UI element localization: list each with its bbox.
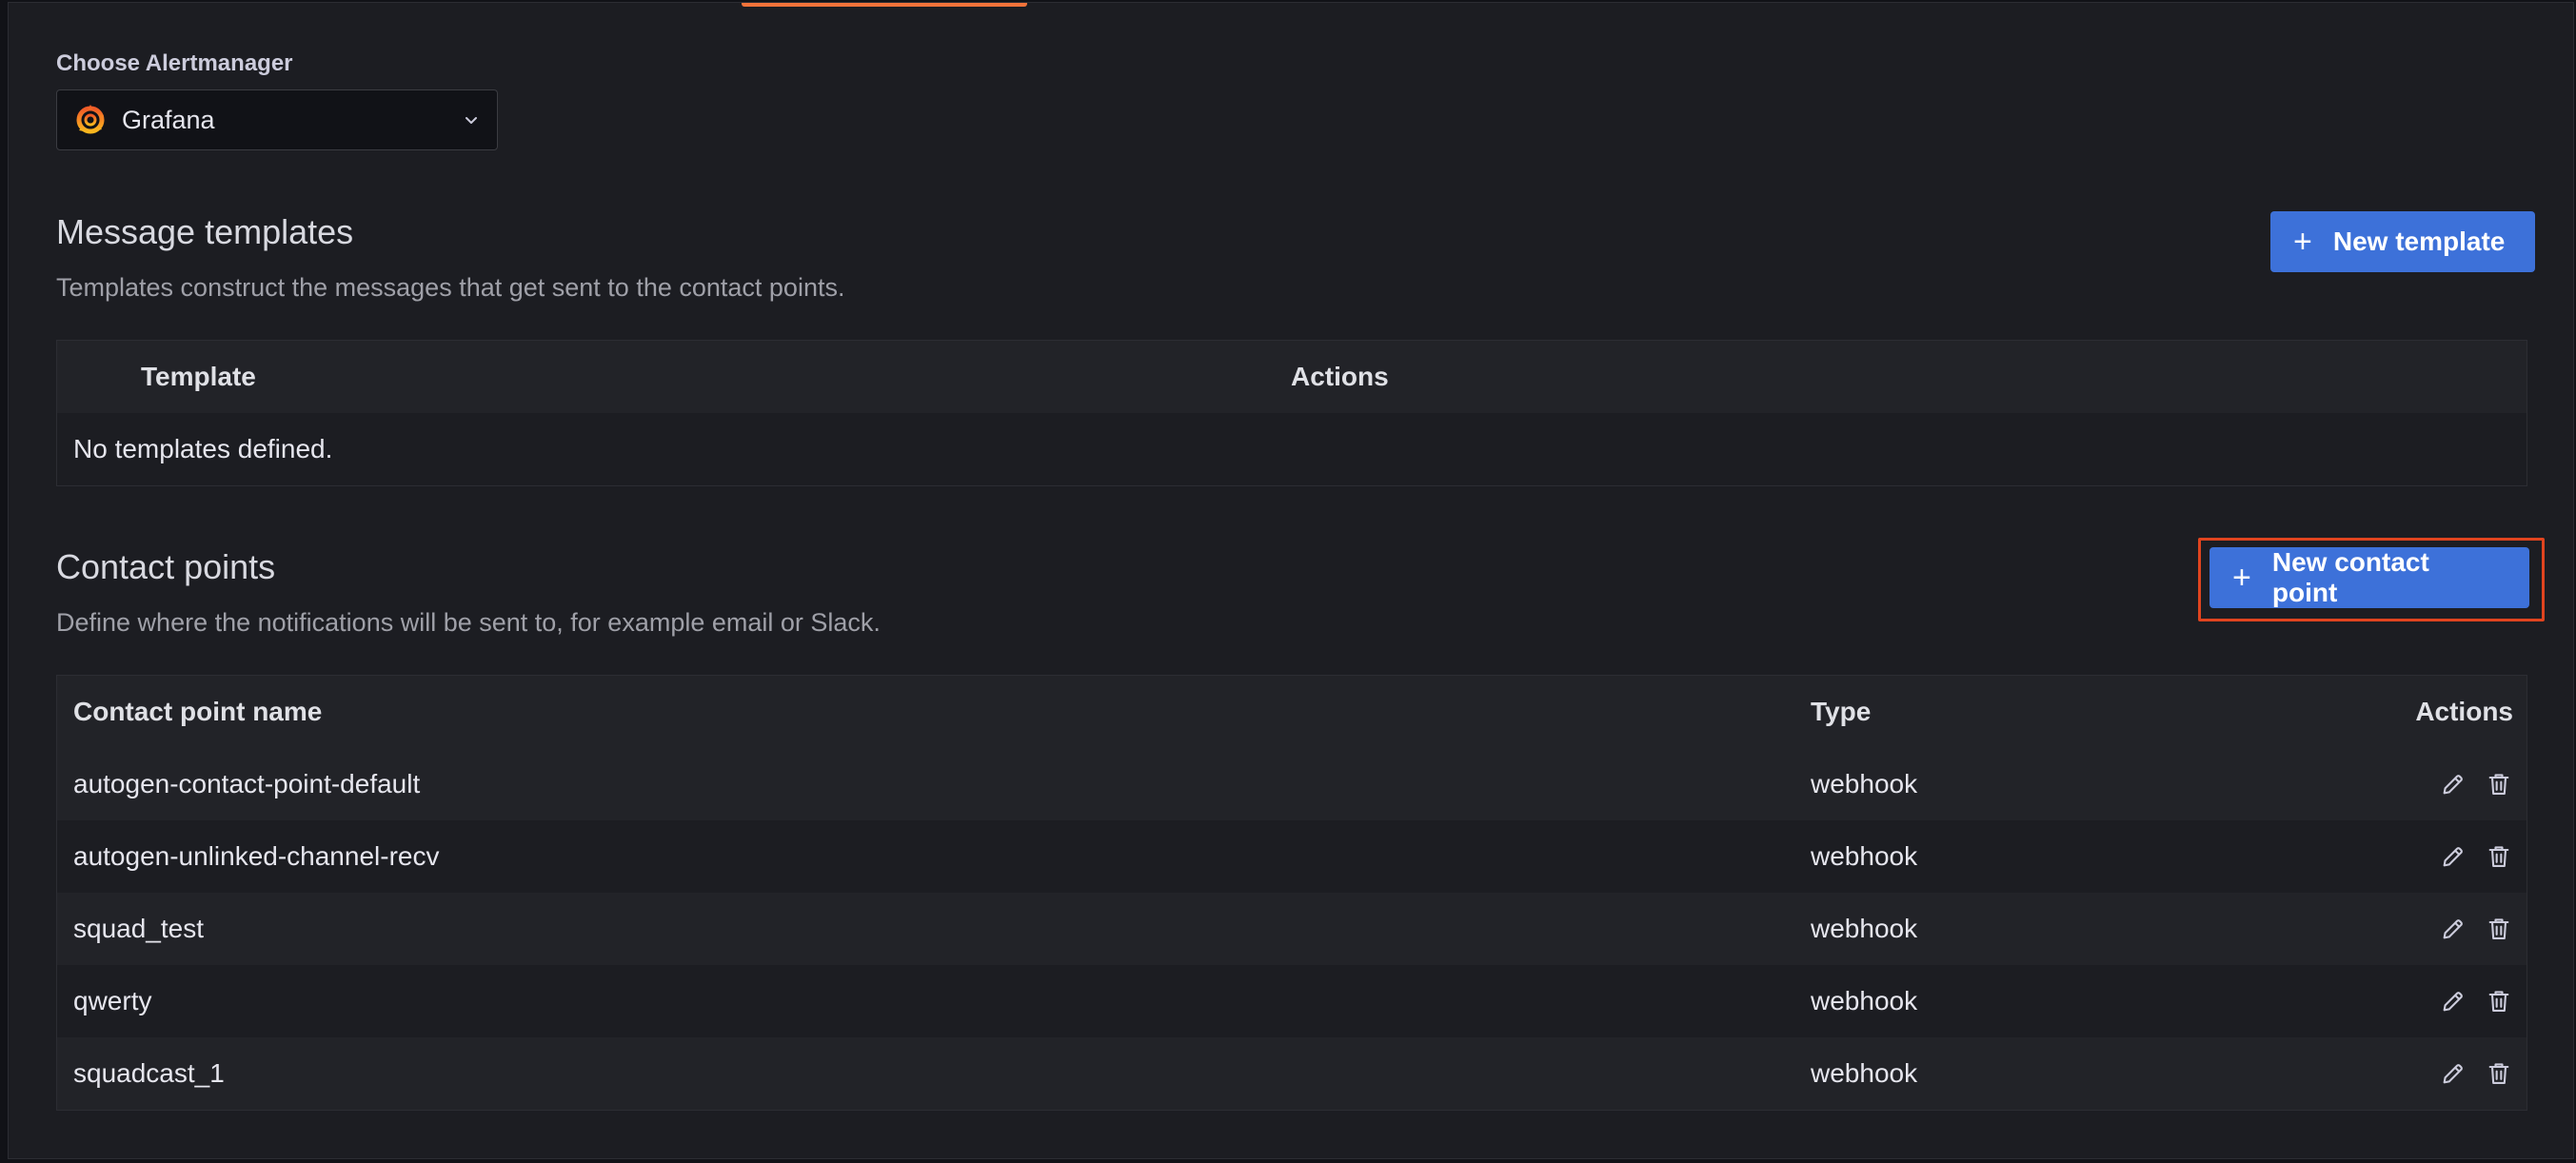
row-actions <box>2306 987 2513 1015</box>
new-contact-point-label: New contact point <box>2271 547 2429 607</box>
edit-pencil-icon[interactable] <box>2439 915 2467 943</box>
templates-table: Template Actions No templates defined. <box>56 340 2527 486</box>
new-template-label: New template <box>2332 227 2506 256</box>
templates-title: Message templates <box>56 212 354 251</box>
column-header-actions: Actions <box>1291 362 1389 391</box>
grafana-logo-icon <box>76 105 105 134</box>
alertmanager-select[interactable]: Grafana <box>56 89 498 150</box>
main-content: Choose Alertmanager Grafana Message temp… <box>56 3 2545 1160</box>
row-actions <box>2306 842 2513 871</box>
delete-trash-icon[interactable] <box>2485 842 2513 871</box>
contact-point-type: webhook <box>1811 769 1918 798</box>
column-header-name: Contact point name <box>73 697 323 726</box>
contact-point-name: squad_test <box>73 914 204 943</box>
contact-points-description: Define where the notifications will be s… <box>56 608 881 637</box>
contact-points-table: Contact point name Type Actions autogen-… <box>56 675 2527 1111</box>
contact-point-name: autogen-contact-point-default <box>73 769 421 798</box>
contact-points-rows: autogen-contact-point-default webhook auto… <box>57 748 2526 1110</box>
delete-trash-icon[interactable] <box>2485 915 2513 943</box>
templates-empty-row: No templates defined. <box>57 413 2526 485</box>
contact-points-title: Contact points <box>56 547 276 586</box>
row-actions <box>2306 1059 2513 1088</box>
table-row: autogen-unlinked-channel-recv webhook <box>57 820 2526 893</box>
delete-trash-icon[interactable] <box>2485 987 2513 1015</box>
edit-pencil-icon[interactable] <box>2439 987 2467 1015</box>
edit-pencil-icon[interactable] <box>2439 770 2467 798</box>
templates-empty-text: No templates defined. <box>73 434 333 463</box>
templates-description: Templates construct the messages that ge… <box>56 273 845 302</box>
contact-point-name: squadcast_1 <box>73 1058 225 1088</box>
contact-point-type: webhook <box>1811 914 1918 943</box>
column-header-actions: Actions <box>2415 697 2513 726</box>
chevron-down-icon <box>466 117 477 124</box>
column-header-type: Type <box>1811 697 1872 726</box>
contact-point-type: webhook <box>1811 841 1918 871</box>
contact-point-type: webhook <box>1811 1058 1918 1088</box>
delete-trash-icon[interactable] <box>2485 770 2513 798</box>
contact-point-name: qwerty <box>73 986 152 1015</box>
alertmanager-selected-value: Grafana <box>122 105 215 134</box>
plus-icon: + <box>2232 560 2251 596</box>
contact-point-name: autogen-unlinked-channel-recv <box>73 841 440 871</box>
new-contact-point-button[interactable]: + New contact point <box>2209 547 2529 608</box>
contact-point-type: webhook <box>1811 986 1918 1015</box>
page-frame: Choose Alertmanager Grafana Message temp… <box>8 2 2574 1159</box>
table-row: qwerty webhook <box>57 965 2526 1037</box>
delete-trash-icon[interactable] <box>2485 1059 2513 1088</box>
edit-pencil-icon[interactable] <box>2439 842 2467 871</box>
row-actions <box>2306 770 2513 798</box>
edit-pencil-icon[interactable] <box>2439 1059 2467 1088</box>
plus-icon: + <box>2293 224 2312 260</box>
templates-table-header: Template Actions <box>57 341 2526 413</box>
alertmanager-label: Choose Alertmanager <box>56 50 293 76</box>
column-header-template: Template <box>141 362 256 391</box>
row-actions <box>2306 915 2513 943</box>
table-row: autogen-contact-point-default webhook <box>57 748 2526 820</box>
contact-points-table-header: Contact point name Type Actions <box>57 676 2526 748</box>
new-template-button[interactable]: + New template <box>2270 211 2535 272</box>
table-row: squad_test webhook <box>57 893 2526 965</box>
table-row: squadcast_1 webhook <box>57 1037 2526 1110</box>
